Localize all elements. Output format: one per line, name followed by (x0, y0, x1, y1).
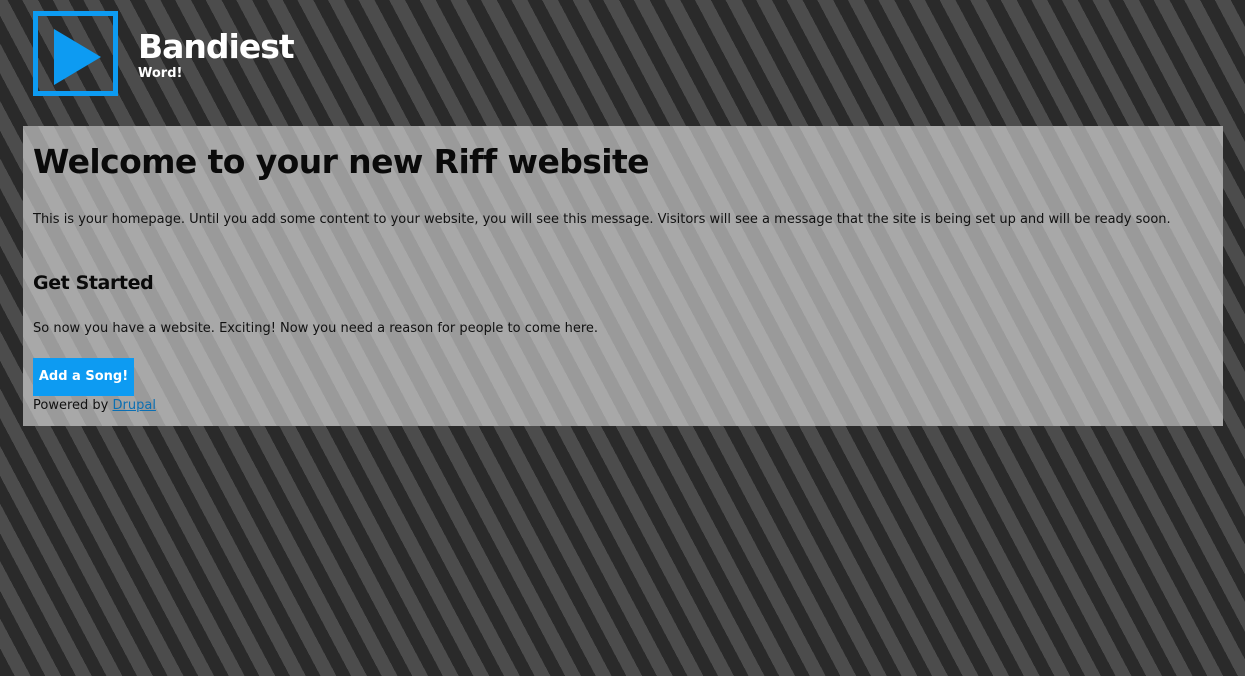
add-song-button[interactable]: Add a Song! (33, 358, 134, 396)
get-started-heading: Get Started (33, 272, 154, 294)
drupal-link[interactable]: Drupal (113, 398, 156, 413)
site-logo[interactable] (33, 11, 118, 96)
powered-by: Powered by Drupal (33, 398, 156, 414)
site-slogan: Word! (138, 66, 183, 81)
intro-paragraph: This is your homepage. Until you add som… (33, 212, 1171, 227)
powered-by-label: Powered by (33, 398, 109, 413)
play-icon (54, 29, 101, 85)
content-panel: Welcome to your new Riff website This is… (23, 126, 1223, 426)
page-title: Welcome to your new Riff website (33, 142, 650, 181)
body-paragraph: So now you have a website. Exciting! Now… (33, 321, 599, 336)
site-name[interactable]: Bandiest (138, 27, 295, 67)
